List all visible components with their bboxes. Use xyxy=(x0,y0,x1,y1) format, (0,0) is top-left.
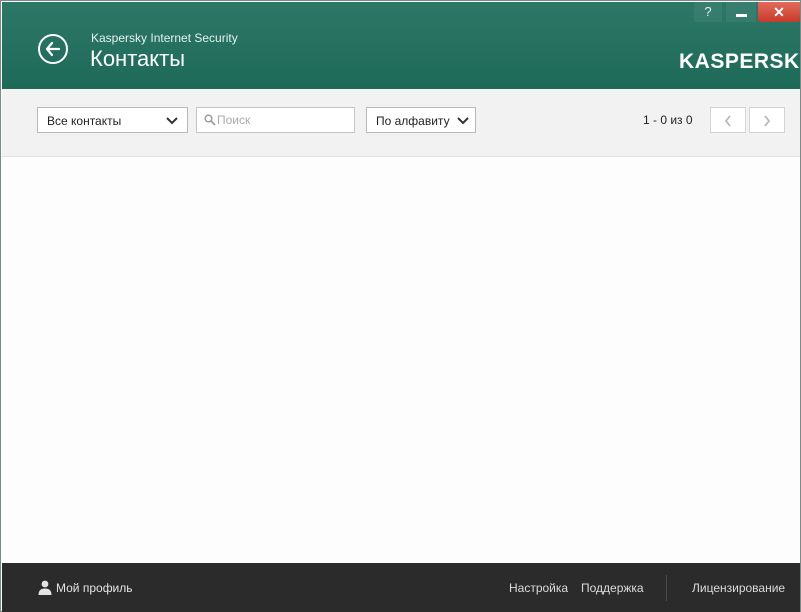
help-button[interactable]: ? xyxy=(694,2,722,22)
licensing-link[interactable]: Лицензирование xyxy=(692,581,785,595)
chevron-left-icon xyxy=(724,115,731,127)
minimize-icon xyxy=(736,14,747,17)
pager-count: 1 - 0 из 0 xyxy=(643,113,693,127)
sort-dropdown[interactable]: По алфавиту xyxy=(366,107,476,133)
sort-label: По алфавиту xyxy=(376,114,450,128)
footer-bar: Мой профиль Настройка Поддержка Лицензир… xyxy=(2,563,800,612)
footer-divider xyxy=(666,575,667,601)
back-arrow-icon xyxy=(45,41,61,57)
chevron-right-icon xyxy=(764,115,771,127)
user-icon xyxy=(38,580,52,595)
close-button[interactable]: ✕ xyxy=(758,2,800,22)
minimize-button[interactable] xyxy=(726,2,756,22)
search-input[interactable] xyxy=(217,111,351,129)
chevron-down-icon xyxy=(457,117,469,125)
logo-text: KASPERSKY xyxy=(679,50,800,73)
chevron-down-icon xyxy=(166,117,178,125)
contacts-filter-label: Все контакты xyxy=(47,114,122,128)
previous-page-button[interactable] xyxy=(710,107,746,133)
app-name: Kaspersky Internet Security xyxy=(91,31,238,45)
search-icon xyxy=(204,114,216,126)
back-button[interactable] xyxy=(38,34,68,64)
title-bar: Kaspersky Internet Security Контакты ? ✕… xyxy=(2,2,800,89)
app-window: Kaspersky Internet Security Контакты ? ✕… xyxy=(0,0,801,612)
page-title: Контакты xyxy=(90,46,186,71)
next-page-button[interactable] xyxy=(749,107,785,133)
kaspersky-logo: KASPERSKYlab xyxy=(679,50,800,74)
my-profile-label: Мой профиль xyxy=(56,581,133,595)
contacts-filter-dropdown[interactable]: Все контакты xyxy=(37,107,188,133)
search-field[interactable] xyxy=(196,107,355,133)
settings-link[interactable]: Настройка xyxy=(509,581,568,595)
support-link[interactable]: Поддержка xyxy=(581,581,644,595)
toolbar: Все контакты По алфавиту 1 - 0 из 0 xyxy=(2,89,800,157)
contacts-list-area xyxy=(2,158,800,562)
